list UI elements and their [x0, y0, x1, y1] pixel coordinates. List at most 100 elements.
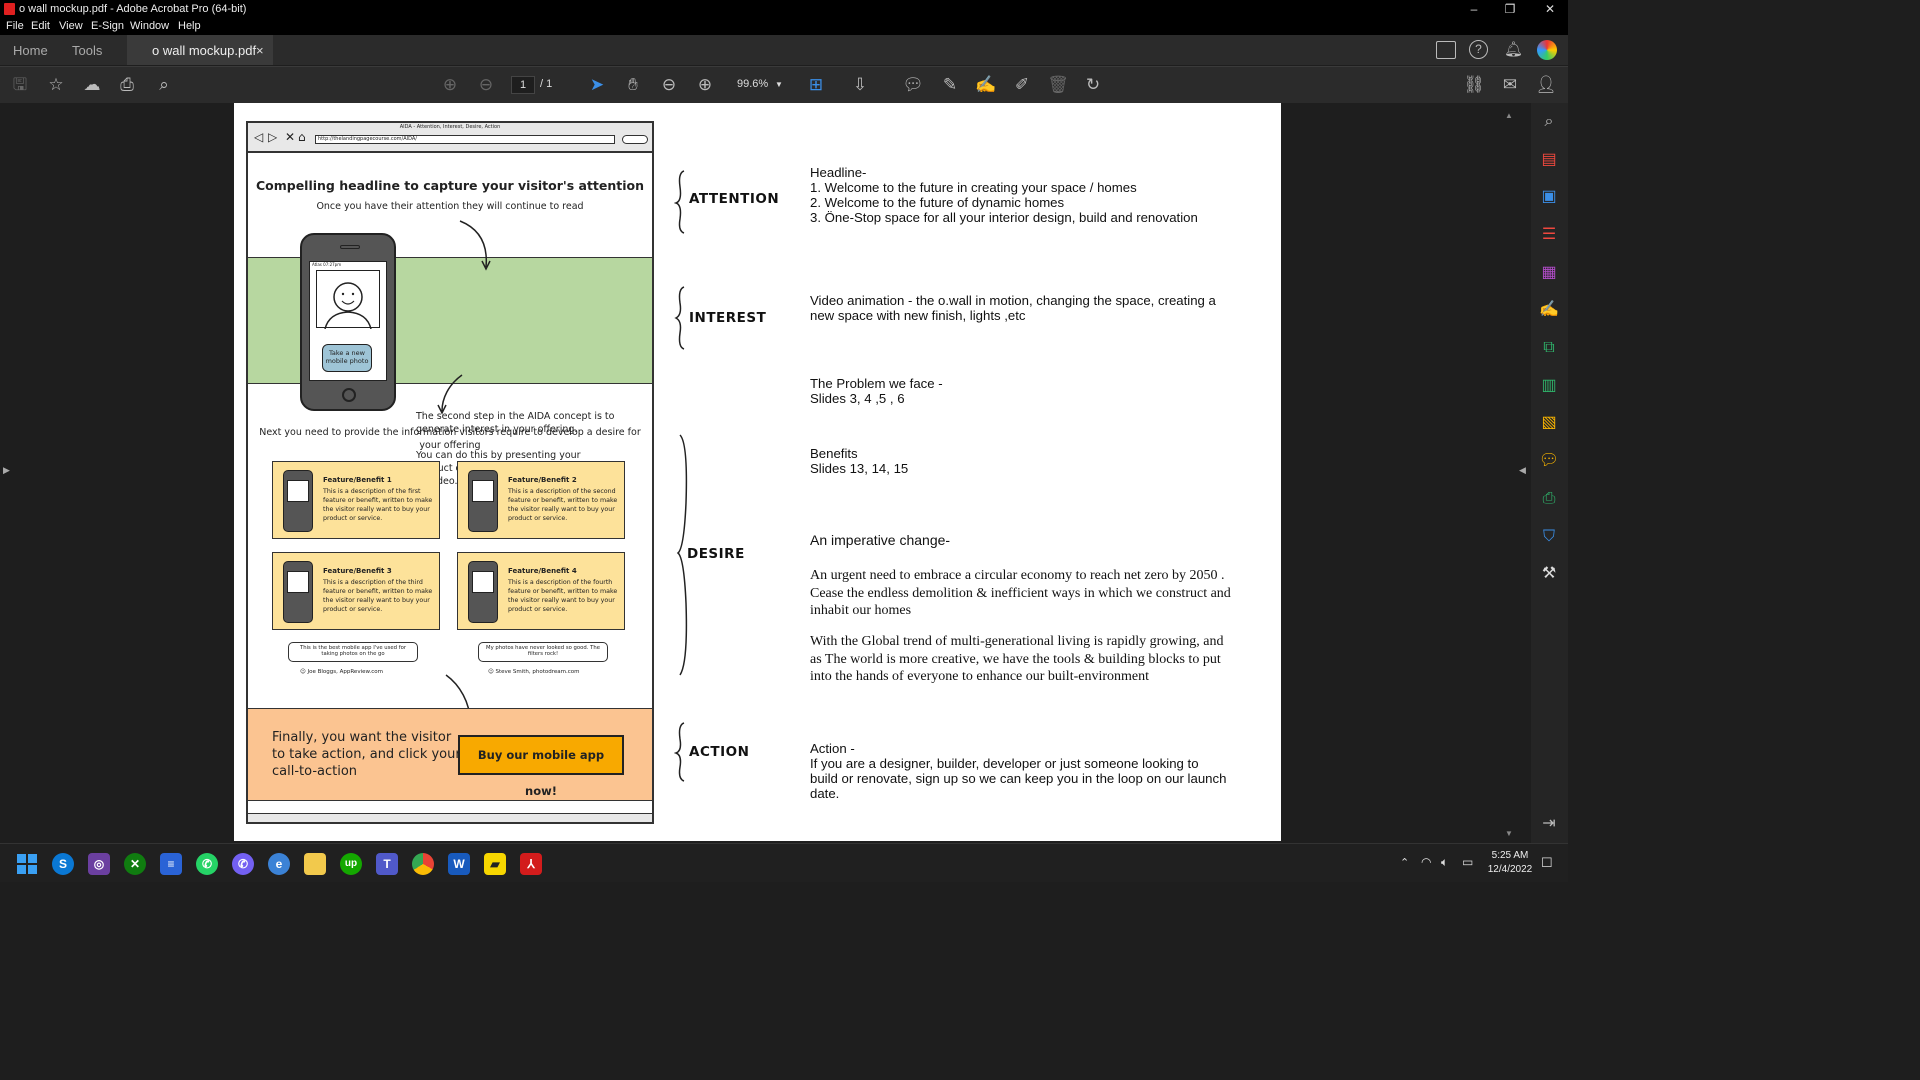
scroll-up-icon[interactable]: ▲	[1505, 111, 1513, 120]
action-band: Finally, you want the visitor to take ac…	[248, 708, 652, 801]
wifi-icon[interactable]: ◠	[1421, 855, 1431, 869]
zoom-dropdown-icon[interactable]: ▼	[775, 80, 783, 89]
zoom-in-icon[interactable]: ⊕	[693, 74, 717, 96]
vertical-scrollbar[interactable]: ▲ ▼	[1503, 103, 1515, 843]
clock-date[interactable]: 12/4/2022	[1486, 864, 1534, 875]
zoom-out-icon[interactable]: ⊖	[657, 74, 681, 96]
whatsapp-icon[interactable]: ✆	[196, 853, 218, 875]
delete-icon[interactable]: 🗑︎	[1046, 74, 1070, 96]
menu-view[interactable]: View	[59, 20, 83, 32]
organize-pages-icon[interactable]: ☰	[1538, 225, 1560, 245]
clock-time[interactable]: 5:25 AM	[1486, 850, 1534, 861]
upwork-icon[interactable]: up	[340, 853, 362, 875]
viber-icon[interactable]: ✆	[232, 853, 254, 875]
phone-screen: Atlas 07:27pm Take a new mobile photo	[309, 261, 387, 381]
skype-icon[interactable]: S	[52, 853, 74, 875]
account-search-icon[interactable]: 👤︎	[1534, 74, 1558, 96]
label-interest: INTEREST	[689, 310, 767, 326]
edit-pdf-icon[interactable]: ▦	[1538, 263, 1560, 283]
upload-cloud-icon[interactable]: ☁	[80, 74, 104, 96]
left-panel: ▶	[0, 103, 14, 843]
create-pdf-icon[interactable]: ▣	[1538, 187, 1560, 207]
select-cursor-icon[interactable]: ➤	[585, 74, 609, 96]
collapse-rail-icon[interactable]: ⇥	[1538, 814, 1560, 834]
docs-app-icon[interactable]: ≡	[160, 853, 182, 875]
expand-left-panel-icon[interactable]: ▶	[3, 465, 10, 476]
highlight-pen-icon[interactable]: ✎	[938, 74, 962, 96]
acrobat-app-icon	[4, 3, 15, 15]
edge-browser-icon[interactable]: e	[268, 853, 290, 875]
photo-placeholder	[316, 270, 380, 330]
acrobat-taskbar-icon[interactable]: ⅄	[520, 853, 542, 875]
doc-tab-label: o wall mockup.pdf	[152, 43, 257, 58]
tab-document[interactable]: o wall mockup.pdf ×	[127, 35, 273, 65]
doc-tab-close-icon[interactable]: ×	[256, 43, 264, 58]
more-tools-icon[interactable]: ⚒	[1538, 564, 1560, 584]
print-production-icon[interactable]: ⎙	[1538, 489, 1560, 509]
fill-sign-icon[interactable]: ✐	[1010, 74, 1034, 96]
sticky-notes-icon[interactable]: ▰	[484, 853, 506, 875]
label-attention: ATTENTION	[689, 191, 780, 207]
combine-files-icon[interactable]: ⧉	[1538, 338, 1560, 358]
protect-icon[interactable]: ⛉	[1538, 527, 1560, 547]
zoom-search-icon[interactable]: ⌕	[1538, 112, 1560, 132]
help-icon[interactable]: ?	[1469, 40, 1488, 59]
notifications-icon[interactable]: ☐	[1541, 855, 1553, 871]
email-icon[interactable]: ✉	[1498, 74, 1522, 96]
comment-tool-icon[interactable]: 💬︎	[1538, 451, 1560, 471]
next-page-icon[interactable]: ⊖	[474, 74, 498, 96]
collapse-right-pane-icon[interactable]: ◀	[1519, 465, 1526, 476]
menu-help[interactable]: Help	[178, 20, 201, 32]
export-pdf-icon[interactable]: ▤	[1538, 150, 1560, 170]
notification-bell-icon[interactable]: 🔔︎	[1504, 40, 1523, 58]
user-avatar-icon[interactable]	[1537, 40, 1557, 60]
phone-status: Atlas 07:27pm	[312, 262, 342, 267]
hand-tool-icon[interactable]: ✋︎	[621, 74, 645, 96]
page-number-input[interactable]: 1	[511, 76, 535, 94]
minimize-button[interactable]: –	[1456, 0, 1492, 18]
problem-note: The Problem we face - Slides 3, 4 ,5 , 6	[810, 376, 1230, 406]
menu-window[interactable]: Window	[130, 20, 169, 32]
close-window-button[interactable]: ✕	[1532, 0, 1568, 18]
tab-home[interactable]: Home	[13, 43, 48, 58]
problem-slides: Slides 3, 4 ,5 , 6	[810, 391, 905, 406]
benefits-slides: Slides 13, 14, 15	[810, 461, 909, 476]
feature-description: This is a description of the fourth feat…	[508, 579, 618, 613]
previous-page-icon[interactable]: ⊕	[438, 74, 462, 96]
headline-title: Headline-	[810, 165, 867, 180]
menu-edit[interactable]: Edit	[31, 20, 50, 32]
comment-icon[interactable]: 💬︎	[901, 74, 925, 96]
word-icon[interactable]: W	[448, 853, 470, 875]
battery-icon[interactable]: ▭	[1462, 855, 1473, 869]
scan-ocr-icon[interactable]: ▧	[1538, 413, 1560, 433]
request-signature-icon[interactable]: ✍	[1538, 300, 1560, 320]
link-tool-icon[interactable]: ⛓︎	[1462, 74, 1486, 96]
compress-pdf-icon[interactable]: ▥	[1538, 376, 1560, 396]
rotate-icon[interactable]: ↻	[1081, 74, 1105, 96]
save-icon[interactable]: 🖫︎	[8, 74, 32, 96]
maximize-button[interactable]: ❐	[1492, 0, 1528, 18]
volume-icon[interactable]: 🔈︎	[1441, 855, 1448, 870]
search-zoom-icon[interactable]: ⌕	[152, 74, 176, 96]
fit-page-icon[interactable]: ⊞	[804, 74, 828, 96]
scroll-down-icon[interactable]: ▼	[1505, 829, 1513, 838]
share-screen-icon[interactable]	[1436, 41, 1456, 59]
chrome-icon[interactable]	[412, 853, 434, 875]
zoom-level[interactable]: 99.6%	[737, 78, 768, 90]
sign-icon[interactable]: ✍	[974, 74, 998, 96]
pdf-page: AIDA - Attention, Interest, Desire, Acti…	[234, 103, 1281, 841]
xbox-icon[interactable]: ✕	[124, 853, 146, 875]
bookmark-star-icon[interactable]: ☆	[44, 74, 68, 96]
scroll-mode-icon[interactable]: ⇩	[848, 74, 872, 96]
teams-icon[interactable]: T	[376, 853, 398, 875]
tray-chevron-icon[interactable]: ⌃	[1400, 856, 1409, 869]
menu-esign[interactable]: E-Sign	[91, 20, 124, 32]
headline-notes: Headline- 1. Welcome to the future in cr…	[810, 165, 1250, 225]
menu-file[interactable]: File	[6, 20, 24, 32]
file-explorer-icon[interactable]	[304, 853, 326, 875]
messenger-app-icon[interactable]: ◎	[88, 853, 110, 875]
feature-description: This is a description of the first featu…	[323, 488, 433, 522]
print-icon[interactable]: ⎙	[115, 74, 139, 96]
tab-tools[interactable]: Tools	[72, 43, 102, 58]
windows-start-icon[interactable]	[16, 853, 38, 875]
